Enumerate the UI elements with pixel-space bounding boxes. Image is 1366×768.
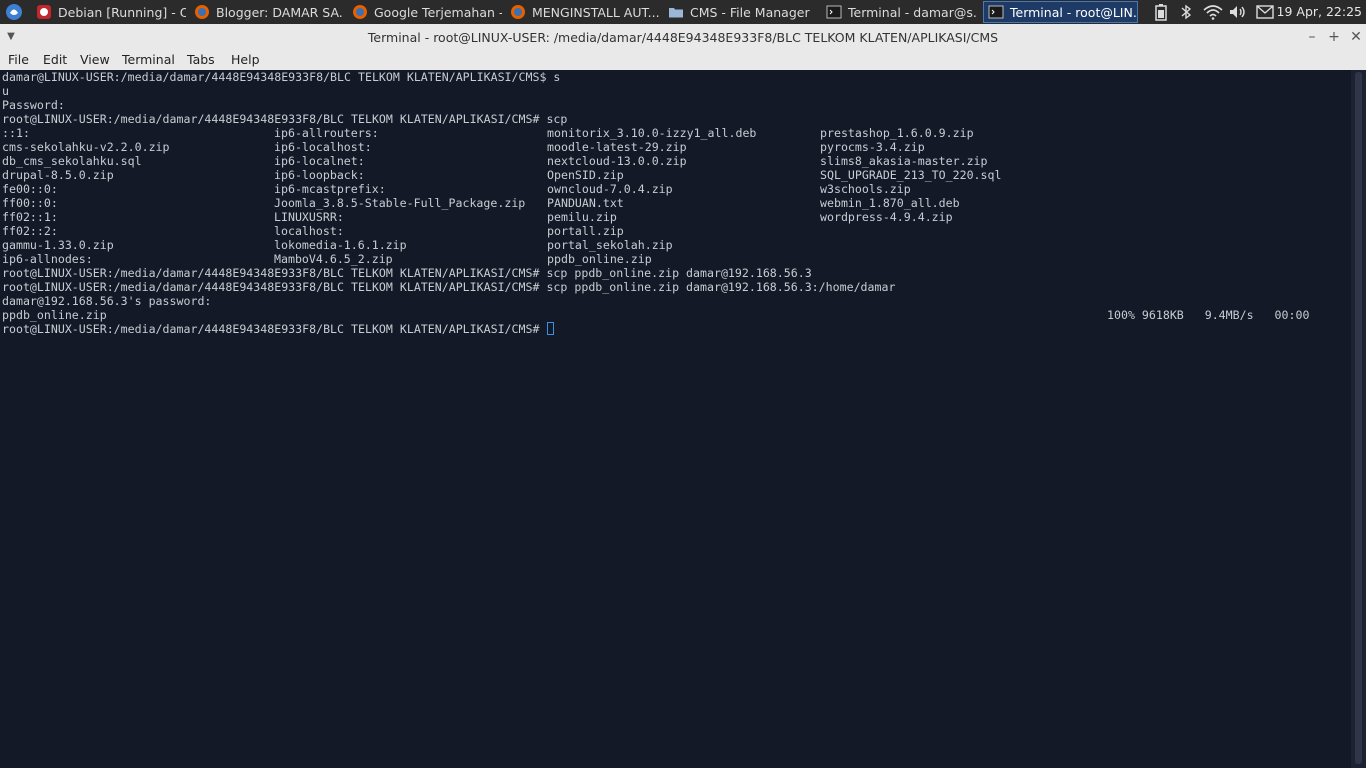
transfer-filename: ppdb_online.zip bbox=[2, 308, 107, 322]
menu-view[interactable]: View bbox=[80, 50, 110, 70]
virtualbox-icon bbox=[37, 5, 51, 19]
taskbar: Debian [Running] - O... Blogger: DAMAR S… bbox=[0, 0, 1366, 24]
listing-entry: drupal-8.5.0.zip bbox=[2, 168, 114, 182]
listing-entry: ip6-localhost: bbox=[274, 140, 372, 154]
listing-entry: PANDUAN.txt bbox=[547, 196, 624, 210]
task-label: Blogger: DAMAR SA... bbox=[216, 4, 344, 20]
volume-icon bbox=[1230, 6, 1245, 18]
close-button[interactable]: ✕ bbox=[1346, 27, 1366, 47]
minimize-button[interactable]: – bbox=[1302, 27, 1322, 47]
listing-entry: moodle-latest-29.zip bbox=[547, 140, 687, 154]
listing-entry: ip6-allnodes: bbox=[2, 252, 93, 266]
start-menu-button[interactable] bbox=[4, 0, 24, 24]
listing-entry: lokomedia-1.6.1.zip bbox=[274, 238, 407, 252]
mail-indicator[interactable] bbox=[1255, 0, 1275, 24]
bluetooth-indicator[interactable] bbox=[1178, 0, 1194, 24]
listing-entry: fe00::0: bbox=[2, 182, 58, 196]
listing-entry: ff00::0: bbox=[2, 196, 58, 210]
listing-entry: SQL_UPGRADE_213_TO_220.sql bbox=[820, 168, 1002, 182]
listing-entry: OpenSID.zip bbox=[547, 168, 624, 182]
listing-entry: pyrocms-3.4.zip bbox=[820, 140, 925, 154]
task-debian-virtualbox[interactable]: Debian [Running] - O... bbox=[36, 1, 186, 23]
task-terminal-root[interactable]: Terminal - root@LIN... bbox=[983, 1, 1138, 23]
volume-indicator[interactable] bbox=[1228, 0, 1248, 24]
terminal-icon bbox=[826, 5, 842, 19]
terminal-line: root@LINUX-USER:/media/damar/4448E94348E… bbox=[2, 112, 568, 126]
terminal-scrollbar[interactable] bbox=[1351, 70, 1366, 768]
task-blogger[interactable]: Blogger: DAMAR SA... bbox=[194, 1, 344, 23]
maximize-button[interactable]: + bbox=[1324, 27, 1344, 47]
listing-entry: MamboV4.6.5_2.zip bbox=[274, 252, 393, 266]
listing-entry: portall.zip bbox=[547, 224, 624, 238]
task-menginstall[interactable]: MENGINSTALL AUT... bbox=[510, 1, 660, 23]
task-label: Terminal - damar@s... bbox=[848, 4, 976, 20]
listing-entry: monitorix_3.10.0-izzy1_all.deb bbox=[547, 126, 757, 140]
menu-file[interactable]: File bbox=[8, 50, 29, 70]
task-label: MENGINSTALL AUT... bbox=[532, 4, 660, 20]
listing-entry: w3schools.zip bbox=[820, 182, 911, 196]
battery-indicator[interactable] bbox=[1152, 0, 1170, 24]
listing-entry: ppdb_online.zip bbox=[547, 252, 652, 266]
firefox-icon bbox=[353, 5, 367, 19]
window-titlebar[interactable]: ▼ Terminal - root@LINUX-USER: /media/dam… bbox=[0, 24, 1366, 50]
listing-entry: wordpress-4.9.4.zip bbox=[820, 210, 953, 224]
scrollbar-thumb[interactable] bbox=[1355, 72, 1362, 764]
transfer-stats: 100% 9618KB 9.4MB/s 00:00 bbox=[1107, 308, 1310, 322]
listing-entry: ip6-allrouters: bbox=[274, 126, 379, 140]
listing-entry: ip6-localnet: bbox=[274, 154, 365, 168]
listing-entry: webmin_1.870_all.deb bbox=[820, 196, 960, 210]
menu-terminal[interactable]: Terminal bbox=[122, 50, 175, 70]
folder-icon bbox=[669, 8, 683, 18]
task-terminal-damar[interactable]: Terminal - damar@s... bbox=[826, 1, 976, 23]
listing-entry: pemilu.zip bbox=[547, 210, 617, 224]
terminal-line: root@LINUX-USER:/media/damar/4448E94348E… bbox=[2, 280, 896, 294]
listing-entry: ff02::2: bbox=[2, 224, 58, 238]
terminal-cursor bbox=[547, 322, 554, 335]
listing-entry: localhost: bbox=[274, 224, 344, 238]
listing-entry: LINUXUSRR: bbox=[274, 210, 344, 224]
task-label: Terminal - root@LIN... bbox=[1010, 4, 1138, 20]
bluetooth-icon bbox=[1181, 4, 1191, 20]
menu-edit[interactable]: Edit bbox=[43, 50, 67, 70]
listing-entry: ip6-loopback: bbox=[274, 168, 365, 182]
listing-entry: nextcloud-13.0.0.zip bbox=[547, 154, 687, 168]
terminal-line: root@LINUX-USER:/media/damar/4448E94348E… bbox=[2, 266, 812, 280]
terminal-line: damar@192.168.56.3's password: bbox=[2, 294, 212, 308]
listing-entry: db_cms_sekolahku.sql bbox=[2, 154, 142, 168]
window-title: Terminal - root@LINUX-USER: /media/damar… bbox=[367, 30, 999, 45]
listing-entry: portal_sekolah.zip bbox=[547, 238, 673, 252]
menu-bar: File Edit View Terminal Tabs Help bbox=[0, 50, 1366, 70]
listing-entry: owncloud-7.0.4.zip bbox=[547, 182, 673, 196]
terminal-line: damar@LINUX-USER:/media/damar/4448E94348… bbox=[2, 70, 561, 84]
listing-entry: ff02::1: bbox=[2, 210, 58, 224]
clock[interactable]: 19 Apr, 22:25 bbox=[1277, 0, 1362, 24]
listing-entry: slims8_akasia-master.zip bbox=[820, 154, 988, 168]
terminal-line: Password: bbox=[2, 98, 65, 112]
listing-entry: Joomla_3.8.5-Stable-Full_Package.zip bbox=[274, 196, 526, 210]
menu-tabs[interactable]: Tabs bbox=[187, 50, 215, 70]
task-google-translate[interactable]: Google Terjemahan -... bbox=[352, 1, 502, 23]
firefox-icon bbox=[195, 5, 209, 19]
listing-entry: gammu-1.33.0.zip bbox=[2, 238, 114, 252]
menu-help[interactable]: Help bbox=[231, 50, 260, 70]
task-label: CMS - File Manager bbox=[690, 4, 810, 20]
terminal-line: u bbox=[2, 84, 9, 98]
terminal-icon bbox=[988, 5, 1004, 19]
task-label: Debian [Running] - O... bbox=[58, 4, 186, 20]
wifi-indicator[interactable] bbox=[1202, 0, 1224, 24]
listing-entry: ip6-mcastprefix: bbox=[274, 182, 386, 196]
listing-entry: prestashop_1.6.0.9.zip bbox=[820, 126, 974, 140]
task-label: Google Terjemahan -... bbox=[374, 4, 502, 20]
task-file-manager[interactable]: CMS - File Manager bbox=[668, 1, 818, 23]
mail-icon bbox=[1256, 5, 1274, 19]
listing-entry: ::1: bbox=[2, 126, 30, 140]
terminal-output[interactable] bbox=[0, 70, 1351, 768]
battery-icon bbox=[1155, 4, 1167, 21]
whisker-menu-icon bbox=[6, 4, 22, 20]
terminal-prompt: root@LINUX-USER:/media/damar/4448E94348E… bbox=[2, 322, 540, 336]
firefox-icon bbox=[511, 5, 525, 19]
listing-entry: cms-sekolahku-v2.2.0.zip bbox=[2, 140, 170, 154]
wifi-icon bbox=[1203, 5, 1223, 20]
